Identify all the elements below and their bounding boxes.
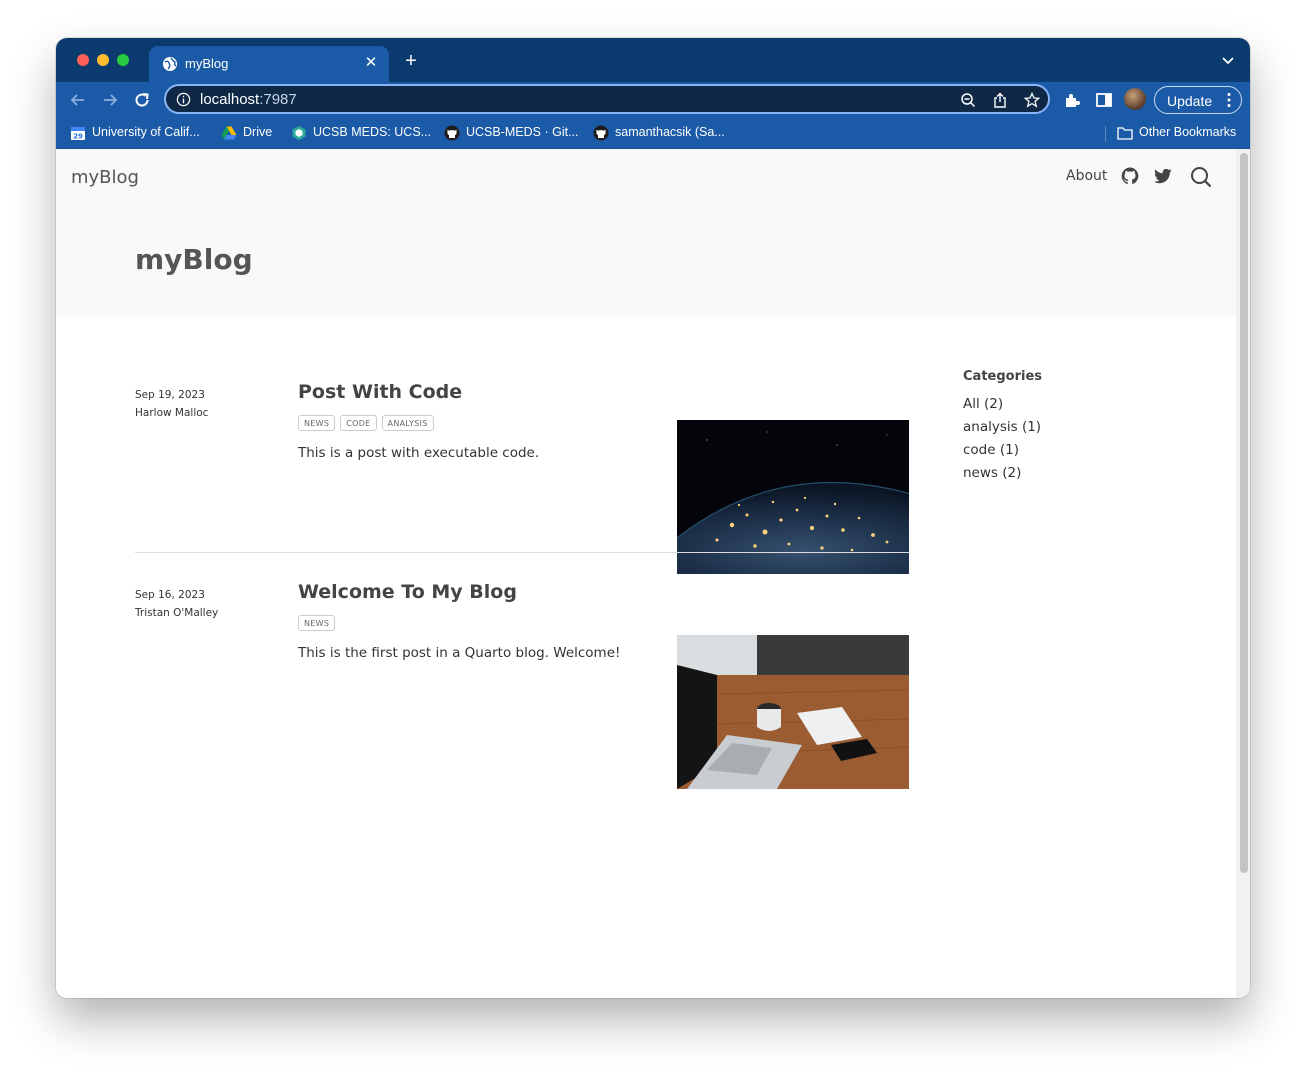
post-description: This is a post with executable code. xyxy=(298,445,540,461)
github-icon xyxy=(444,125,460,141)
laptop-on-desk-image xyxy=(677,635,909,789)
github-icon[interactable] xyxy=(1120,166,1140,186)
site-brand-link[interactable]: myBlog xyxy=(71,167,139,188)
post-tags: NEWS CODE ANALYSIS xyxy=(298,415,434,431)
post-title-link[interactable]: Post With Code xyxy=(298,381,462,403)
category-tag[interactable]: ANALYSIS xyxy=(381,415,434,431)
category-tag[interactable]: NEWS xyxy=(298,615,336,631)
earth-at-night-image xyxy=(677,420,909,574)
other-bookmarks-label: Other Bookmarks xyxy=(1139,125,1237,139)
twitter-icon[interactable] xyxy=(1153,166,1173,186)
update-button[interactable]: Update xyxy=(1154,86,1242,114)
category-analysis[interactable]: analysis (1) xyxy=(963,419,1163,442)
back-arrow-icon[interactable] xyxy=(68,90,88,110)
tab-title: myBlog xyxy=(185,56,229,71)
page-scrollbar[interactable] xyxy=(1236,149,1250,998)
side-panel-icon[interactable] xyxy=(1095,91,1113,109)
meds-icon xyxy=(292,126,306,140)
tab-strip: myBlog ✕ + xyxy=(56,38,1250,82)
address-bar[interactable]: localhost:7987 xyxy=(164,84,1050,114)
bookmark-label: UCSB MEDS: UCS... xyxy=(313,125,432,139)
page-content: myBlog About myBlog Sep 19, 2023 Harlow … xyxy=(56,149,1250,998)
globe-icon xyxy=(163,57,177,71)
post-date: Sep 16, 2023 xyxy=(135,589,205,601)
scrollbar-thumb[interactable] xyxy=(1240,153,1248,873)
update-label: Update xyxy=(1167,93,1213,109)
post-listing-item[interactable]: Sep 16, 2023 Tristan O'Malley Welcome To… xyxy=(135,581,909,789)
extensions-icon[interactable] xyxy=(1063,91,1081,109)
url-host: localhost xyxy=(200,91,260,108)
post-date: Sep 19, 2023 xyxy=(135,389,205,401)
star-icon[interactable] xyxy=(1024,92,1040,108)
zoom-icon[interactable] xyxy=(960,92,976,108)
zoom-window-button[interactable] xyxy=(117,54,129,66)
post-description: This is the first post in a Quarto blog.… xyxy=(298,645,621,661)
category-code[interactable]: code (1) xyxy=(963,442,1163,465)
post-title-link[interactable]: Welcome To My Blog xyxy=(298,581,517,603)
info-icon[interactable] xyxy=(176,92,191,107)
bookmarks-bar: 29 University of Calif... Drive UCSB MED… xyxy=(56,118,1250,149)
categories-sidebar: Categories All (2) analysis (1) code (1)… xyxy=(963,369,1163,488)
post-author: Harlow Malloc xyxy=(135,407,209,419)
bookmark-label: UCSB-MEDS · Git... xyxy=(466,125,579,139)
title-banner: myBlog xyxy=(56,207,1236,317)
svg-text:29: 29 xyxy=(73,133,83,141)
categories-heading: Categories xyxy=(963,369,1043,384)
reload-icon[interactable] xyxy=(132,90,152,110)
tab-close-button[interactable]: ✕ xyxy=(363,53,379,71)
category-news[interactable]: news (2) xyxy=(963,465,1163,488)
bookmark-label: samanthacsik (Sa... xyxy=(615,125,725,139)
post-thumbnail-laptop[interactable] xyxy=(677,635,909,789)
post-tags: NEWS xyxy=(298,615,336,631)
folder-icon xyxy=(1117,127,1133,140)
bookmark-label: Drive xyxy=(243,125,273,139)
nav-about-link[interactable]: About xyxy=(1066,168,1107,184)
url-port: :7987 xyxy=(259,91,297,108)
page-title: myBlog xyxy=(135,243,253,276)
forward-arrow-icon[interactable] xyxy=(100,90,120,110)
calendar-icon: 29 xyxy=(71,127,85,141)
drive-icon xyxy=(221,126,237,140)
bookmark-label: University of Calif... xyxy=(92,125,200,139)
bookmarks-separator xyxy=(1105,126,1106,142)
tab-myblog[interactable]: myBlog ✕ xyxy=(149,46,389,82)
category-tag[interactable]: CODE xyxy=(340,415,377,431)
address-url: localhost:7987 xyxy=(200,91,297,108)
share-icon[interactable] xyxy=(992,92,1008,108)
toolbar: localhost:7987 Update xyxy=(56,82,1250,118)
github-icon xyxy=(593,125,609,141)
site-navbar: myBlog About xyxy=(56,149,1236,207)
post-author: Tristan O'Malley xyxy=(135,607,219,619)
chevron-down-icon[interactable] xyxy=(1220,52,1236,68)
search-icon[interactable] xyxy=(1190,166,1212,188)
new-tab-button[interactable]: + xyxy=(400,50,422,72)
browser-window: myBlog ✕ + localhost:7987 Update 29 Univ… xyxy=(56,38,1250,998)
post-thumbnail-earth[interactable] xyxy=(677,420,909,574)
category-tag[interactable]: NEWS xyxy=(298,415,336,431)
profile-avatar[interactable] xyxy=(1124,88,1146,110)
more-vertical-icon[interactable] xyxy=(1227,92,1231,108)
post-divider xyxy=(135,552,909,553)
post-listing-item[interactable]: Sep 19, 2023 Harlow Malloc Post With Cod… xyxy=(135,381,909,574)
category-all[interactable]: All (2) xyxy=(963,396,1163,419)
close-window-button[interactable] xyxy=(77,54,89,66)
minimize-window-button[interactable] xyxy=(97,54,109,66)
